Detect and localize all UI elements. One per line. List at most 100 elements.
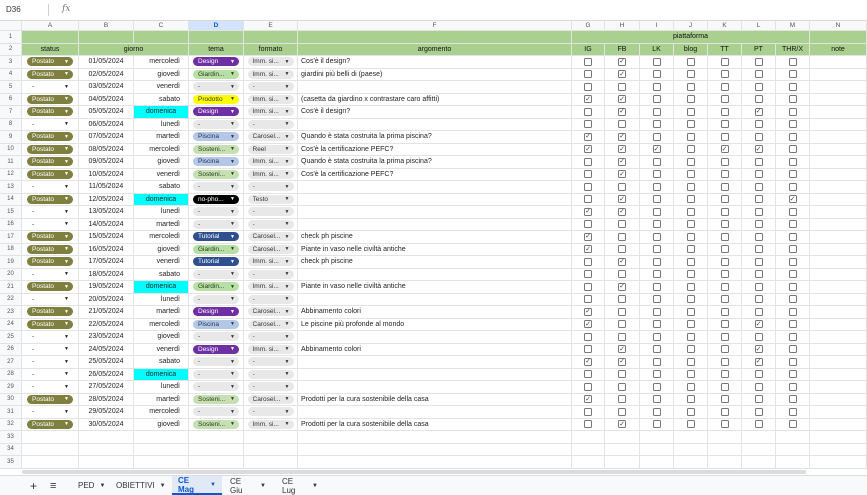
checkbox-unchecked[interactable] <box>652 332 661 341</box>
formato-dropdown[interactable]: Imm. si... ▼ <box>247 69 294 79</box>
tema-cell[interactable]: - ▼ <box>189 181 244 193</box>
formato-cell[interactable]: - ▼ <box>244 268 298 280</box>
formato-cell[interactable]: Carosel... ▼ <box>244 306 298 318</box>
checkbox-unchecked[interactable] <box>618 270 626 279</box>
checkbox-unchecked[interactable] <box>584 195 592 204</box>
status-cell[interactable]: - ▼ <box>22 181 79 193</box>
checkbox-unchecked[interactable] <box>652 282 661 291</box>
formato-dropdown[interactable]: - ▼ <box>247 269 294 279</box>
status-dropdown[interactable]: Postato ▼ <box>27 169 73 179</box>
checkbox-unchecked[interactable] <box>788 232 797 241</box>
argomento-cell[interactable] <box>298 193 572 205</box>
status-cell[interactable]: Postato ▼ <box>22 393 79 405</box>
formato-cell[interactable]: Imm. si... ▼ <box>244 418 298 430</box>
status-cell[interactable]: Postato ▼ <box>22 106 79 118</box>
tema-cell[interactable]: - ▼ <box>189 356 244 368</box>
checkbox-unchecked[interactable] <box>754 95 763 104</box>
formato-dropdown[interactable]: Carosel... ▼ <box>247 132 294 142</box>
argomento-cell[interactable]: Quando è stata costruita la prima piscin… <box>298 131 572 143</box>
checkbox-unchecked[interactable] <box>720 245 729 254</box>
sheet-tab-ped[interactable]: PED ▼ <box>72 476 108 495</box>
all-sheets-menu-icon[interactable]: ≡ <box>44 476 62 495</box>
formato-dropdown[interactable]: Imm. si... ▼ <box>247 344 294 354</box>
checkbox-unchecked[interactable] <box>618 220 626 229</box>
argomento-cell[interactable] <box>298 118 572 130</box>
empty-cell[interactable] <box>640 456 674 468</box>
formato-dropdown[interactable]: Imm. si... ▼ <box>247 57 294 67</box>
checkbox-checked[interactable]: ✓ <box>754 145 763 154</box>
empty-cell[interactable] <box>776 443 810 455</box>
note-cell[interactable] <box>810 318 867 330</box>
checkbox-checked[interactable]: ✓ <box>584 307 592 316</box>
empty-cell[interactable] <box>776 431 810 443</box>
checkbox-unchecked[interactable] <box>788 220 797 229</box>
empty-cell[interactable] <box>572 443 605 455</box>
status-dropdown[interactable]: Postato ▼ <box>27 132 73 142</box>
checkbox-unchecked[interactable] <box>652 220 661 229</box>
checkbox-unchecked[interactable] <box>720 345 729 354</box>
argomento-cell[interactable]: Piante in vaso nelle civiltà antiche <box>298 281 572 293</box>
checkbox-unchecked[interactable] <box>788 245 797 254</box>
corner-cell[interactable] <box>0 21 22 30</box>
status-cell[interactable]: Postato ▼ <box>22 318 79 330</box>
checkbox-unchecked[interactable] <box>720 332 729 341</box>
checkbox-unchecked[interactable] <box>652 207 661 216</box>
note-cell[interactable] <box>810 181 867 193</box>
status-cell[interactable]: Postato ▼ <box>22 281 79 293</box>
argomento-cell[interactable]: Le piscine più profonde al mondo <box>298 318 572 330</box>
checkbox-unchecked[interactable] <box>652 70 661 79</box>
formato-dropdown[interactable]: - ▼ <box>247 207 294 217</box>
formato-dropdown[interactable]: Imm. si... ▼ <box>247 169 294 179</box>
empty-cell[interactable] <box>605 443 640 455</box>
checkbox-unchecked[interactable] <box>788 357 797 366</box>
checkbox-unchecked[interactable] <box>754 382 763 391</box>
checkbox-unchecked[interactable] <box>686 220 695 229</box>
checkbox-unchecked[interactable] <box>754 82 763 91</box>
checkbox-unchecked[interactable] <box>652 245 661 254</box>
empty-cell[interactable] <box>810 443 867 455</box>
formato-dropdown[interactable]: - ▼ <box>247 382 294 392</box>
checkbox-unchecked[interactable] <box>686 95 695 104</box>
note-cell[interactable] <box>810 331 867 343</box>
checkbox-unchecked[interactable] <box>788 332 797 341</box>
checkbox-unchecked[interactable] <box>584 220 592 229</box>
status-dropdown[interactable]: - ▼ <box>27 220 73 229</box>
formato-dropdown[interactable]: - ▼ <box>247 82 294 92</box>
checkbox-unchecked[interactable] <box>754 232 763 241</box>
formato-cell[interactable]: Imm. si... ▼ <box>244 56 298 68</box>
checkbox-checked[interactable]: ✓ <box>618 107 626 116</box>
checkbox-unchecked[interactable] <box>720 370 729 379</box>
checkbox-unchecked[interactable] <box>788 82 797 91</box>
checkbox-unchecked[interactable] <box>754 395 763 404</box>
tema-cell[interactable]: no-pho... ▼ <box>189 193 244 205</box>
checkbox-unchecked[interactable] <box>754 332 763 341</box>
status-cell[interactable]: - ▼ <box>22 406 79 418</box>
status-dropdown[interactable]: Postato ▼ <box>27 94 73 104</box>
status-dropdown[interactable]: - ▼ <box>27 345 73 354</box>
tema-dropdown[interactable]: - ▼ <box>193 357 239 367</box>
checkbox-unchecked[interactable] <box>618 182 626 191</box>
checkbox-checked[interactable]: ✓ <box>618 95 626 104</box>
formato-cell[interactable]: Testo ▼ <box>244 193 298 205</box>
note-cell[interactable] <box>810 306 867 318</box>
checkbox-unchecked[interactable] <box>618 82 626 91</box>
checkbox-unchecked[interactable] <box>788 307 797 316</box>
argomento-cell[interactable]: Cos'è il design? <box>298 106 572 118</box>
checkbox-unchecked[interactable] <box>584 407 592 416</box>
tema-cell[interactable]: Giardin... ▼ <box>189 68 244 80</box>
checkbox-unchecked[interactable] <box>720 95 729 104</box>
checkbox-unchecked[interactable] <box>754 307 763 316</box>
checkbox-unchecked[interactable] <box>584 70 592 79</box>
tema-dropdown[interactable]: - ▼ <box>193 119 239 129</box>
empty-cell[interactable] <box>134 443 189 455</box>
checkbox-unchecked[interactable] <box>686 145 695 154</box>
formato-dropdown[interactable]: - ▼ <box>247 219 294 229</box>
formato-dropdown[interactable]: Carosel... ▼ <box>247 307 294 317</box>
argomento-cell[interactable]: Quando è stata costruita la prima piscin… <box>298 156 572 168</box>
tema-dropdown[interactable]: Design ▼ <box>193 107 239 117</box>
checkbox-unchecked[interactable] <box>686 332 695 341</box>
checkbox-unchecked[interactable] <box>720 107 729 116</box>
status-cell[interactable]: - ▼ <box>22 368 79 380</box>
column-header-g[interactable]: G <box>572 21 605 30</box>
checkbox-unchecked[interactable] <box>686 295 695 304</box>
